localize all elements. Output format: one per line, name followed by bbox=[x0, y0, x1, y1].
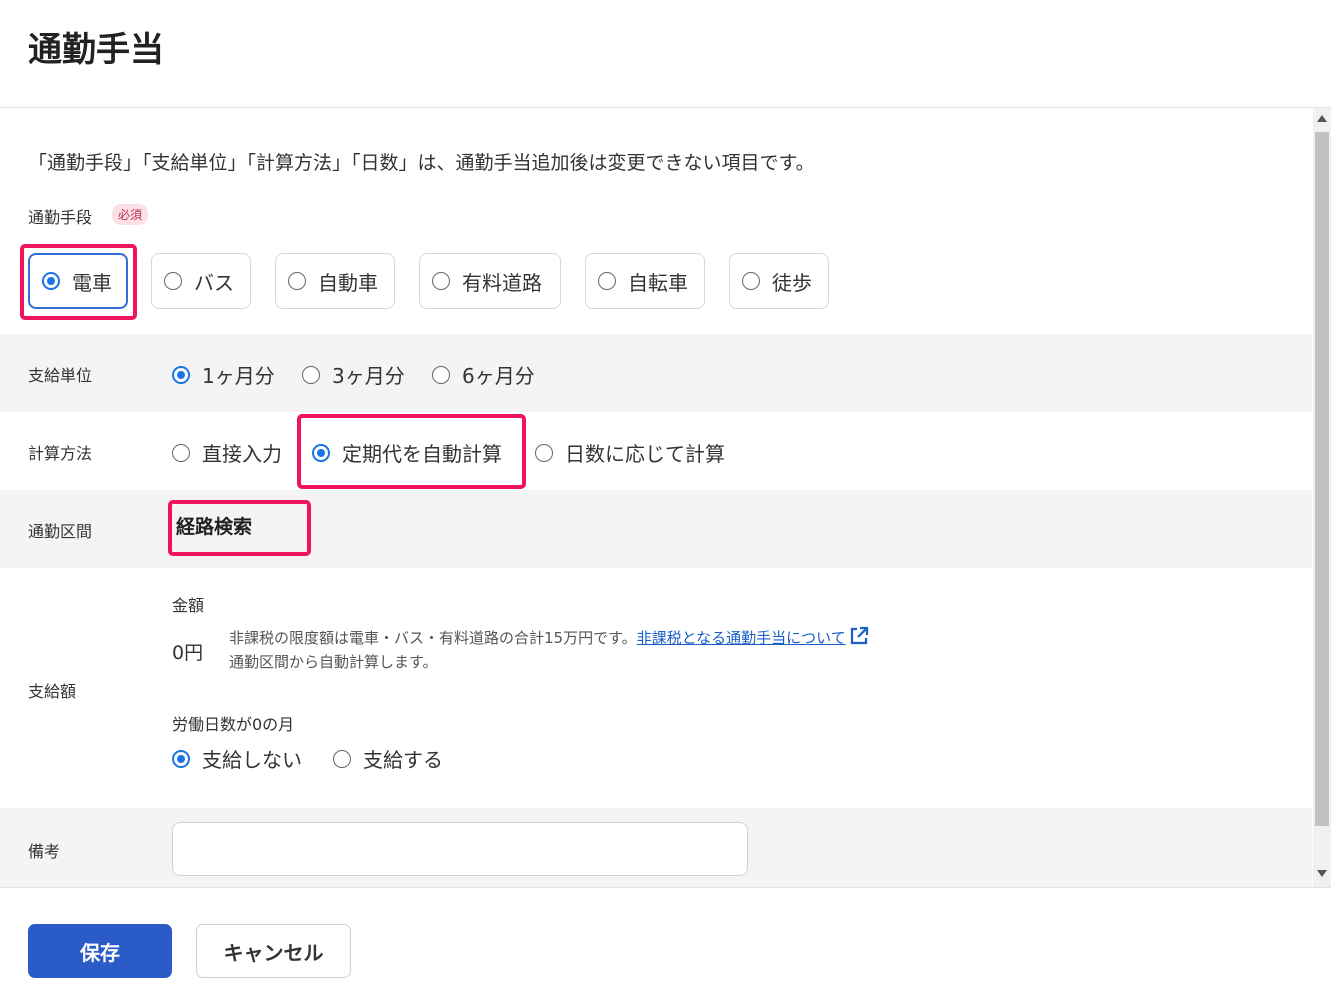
calc-method-label: 計算方法 bbox=[28, 444, 93, 463]
mode-option-label: バス bbox=[194, 270, 234, 295]
required-badge: 必須 bbox=[112, 204, 149, 225]
scroll-down-arrow-icon[interactable] bbox=[1317, 870, 1327, 877]
zero-days-option-label: 支給する bbox=[363, 748, 443, 772]
unit-option-6months[interactable]: 6ヶ月分 bbox=[432, 360, 535, 389]
radio-icon bbox=[288, 272, 306, 290]
calc-option-by-days[interactable]: 日数に応じて計算 bbox=[535, 438, 725, 467]
unit-option-label: 1ヶ月分 bbox=[202, 364, 275, 388]
mode-option-bus[interactable]: バス bbox=[151, 253, 251, 309]
calc-option-auto-commuter-pass[interactable]: 定期代を自動計算 bbox=[312, 438, 502, 467]
radio-icon bbox=[432, 272, 450, 290]
tax-limit-text: 非課税の限度額は電車・バス・有料道路の合計15万円です。 bbox=[229, 629, 637, 647]
remarks-input[interactable] bbox=[172, 822, 748, 876]
notice-text: 「通勤手段」「支給単位」「計算方法」「日数」は、通勤手当追加後は変更できない項目… bbox=[28, 152, 815, 174]
calc-option-label: 定期代を自動計算 bbox=[342, 442, 502, 466]
mode-option-toll-road[interactable]: 有料道路 bbox=[419, 253, 561, 309]
radio-icon bbox=[535, 443, 553, 462]
payment-unit-row: 支給単位 1ヶ月分 3ヶ月分 6ヶ月分 bbox=[0, 334, 1312, 412]
scroll-up-arrow-icon[interactable] bbox=[1317, 115, 1327, 122]
amount-label: 金額 bbox=[172, 596, 205, 615]
mode-option-car[interactable]: 自動車 bbox=[275, 253, 395, 309]
radio-icon bbox=[432, 365, 450, 384]
route-label: 通勤区間 bbox=[28, 522, 93, 541]
calc-option-label: 直接入力 bbox=[202, 442, 282, 466]
radio-icon bbox=[164, 272, 182, 290]
radio-icon bbox=[598, 272, 616, 290]
scroll-thumb[interactable] bbox=[1315, 132, 1329, 826]
mode-option-bicycle[interactable]: 自転車 bbox=[585, 253, 705, 309]
mode-option-label: 自転車 bbox=[628, 270, 688, 295]
unit-option-label: 6ヶ月分 bbox=[462, 364, 535, 388]
zero-days-option-label: 支給しない bbox=[202, 748, 302, 772]
unit-option-3months[interactable]: 3ヶ月分 bbox=[302, 360, 405, 389]
tax-free-info-link[interactable]: 非課税となる通勤手当について bbox=[637, 629, 846, 647]
radio-icon bbox=[172, 443, 190, 462]
vertical-scrollbar[interactable] bbox=[1313, 108, 1331, 887]
unit-option-label: 3ヶ月分 bbox=[332, 364, 405, 388]
mode-option-label: 徒歩 bbox=[772, 270, 812, 295]
route-row: 通勤区間 経路検索 bbox=[0, 490, 1312, 568]
unit-option-1month[interactable]: 1ヶ月分 bbox=[172, 360, 275, 389]
save-button[interactable]: 保存 bbox=[28, 924, 172, 978]
calc-method-row: 計算方法 直接入力 定期代を自動計算 日数に応じて計算 bbox=[0, 412, 1312, 490]
radio-icon bbox=[42, 272, 60, 290]
form-scroll-area[interactable]: 「通勤手段」「支給単位」「計算方法」「日数」は、通勤手当追加後は変更できない項目… bbox=[0, 108, 1312, 887]
mode-option-label: 自動車 bbox=[318, 270, 378, 295]
payment-unit-label: 支給単位 bbox=[28, 366, 93, 385]
route-search-button[interactable]: 経路検索 bbox=[176, 512, 252, 539]
mode-option-walk[interactable]: 徒歩 bbox=[729, 253, 829, 309]
radio-icon bbox=[172, 365, 190, 384]
zero-days-option-no-pay[interactable]: 支給しない bbox=[172, 744, 302, 773]
radio-icon bbox=[302, 365, 320, 384]
auto-calc-note: 通勤区間から自動計算します。 bbox=[229, 653, 438, 671]
mode-option-label: 電車 bbox=[72, 270, 112, 295]
zero-days-label: 労働日数が0の月 bbox=[172, 715, 295, 734]
radio-icon bbox=[172, 749, 190, 768]
calc-option-label: 日数に応じて計算 bbox=[565, 442, 725, 466]
radio-icon bbox=[312, 443, 330, 462]
page-title: 通勤手当 bbox=[28, 30, 164, 70]
external-link-icon bbox=[850, 626, 868, 645]
amount-value: 0円 bbox=[172, 642, 204, 664]
cancel-button[interactable]: キャンセル bbox=[196, 924, 351, 978]
payment-amount-row: 支給額 金額 0円 非課税の限度額は電車・バス・有料道路の合計15万円です。非課… bbox=[0, 568, 1312, 808]
payment-amount-label: 支給額 bbox=[28, 682, 77, 701]
radio-icon bbox=[333, 749, 351, 768]
zero-days-option-pay[interactable]: 支給する bbox=[333, 744, 443, 773]
commute-mode-label: 通勤手段 bbox=[28, 208, 93, 227]
tax-limit-note: 非課税の限度額は電車・バス・有料道路の合計15万円です。非課税となる通勤手当につ… bbox=[229, 625, 870, 648]
footer-divider bbox=[0, 887, 1331, 888]
mode-option-train[interactable]: 電車 bbox=[28, 253, 128, 309]
radio-icon bbox=[742, 272, 760, 290]
calc-option-direct-input[interactable]: 直接入力 bbox=[172, 438, 282, 467]
remarks-label: 備考 bbox=[28, 842, 61, 861]
mode-option-label: 有料道路 bbox=[462, 270, 542, 295]
